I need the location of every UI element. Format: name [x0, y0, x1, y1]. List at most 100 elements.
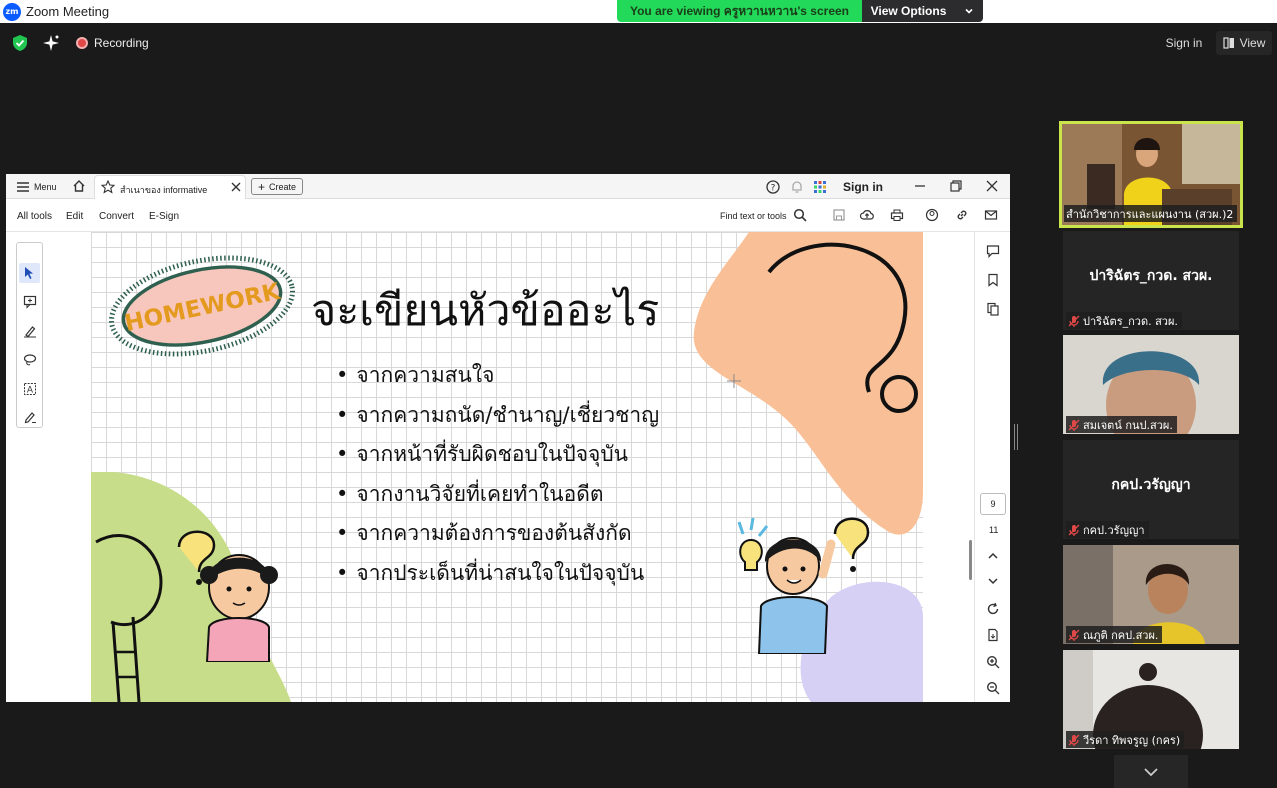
participant-tile[interactable]: ปาริฉัตร_กวด. สวผ. ปาริฉัตร_กวด. สวผ.: [1063, 231, 1239, 330]
viewing-screen-text: You are viewing ครูหวานหวาน's screen: [617, 0, 862, 22]
cursor-arrow-icon: [25, 267, 33, 279]
link-icon[interactable]: [955, 208, 969, 222]
participant-name: สำนักวิชาการและแผนงาน (สวผ.)2: [1066, 207, 1234, 221]
chevron-down-icon: [1144, 767, 1158, 776]
close-window-icon[interactable]: [985, 179, 999, 193]
search-icon[interactable]: [793, 208, 807, 222]
participant-name: สมเจตน์ กนป.สวผ.: [1083, 418, 1173, 432]
participant-name: กคป.วรัญญา: [1083, 523, 1145, 537]
pdf-tab-active[interactable]: สำเนาของ informative: [94, 175, 246, 199]
microphone-muted-icon: [1068, 734, 1080, 746]
sign-in-button[interactable]: Sign in: [1159, 31, 1209, 55]
participant-tile-active-speaker[interactable]: สำนักวิชาการและแผนงาน (สวผ.)2: [1059, 121, 1243, 228]
comment-add-icon[interactable]: [23, 295, 37, 309]
homework-badge: HOMEWORK: [109, 255, 295, 357]
view-button[interactable]: View: [1216, 31, 1272, 55]
esign-tab[interactable]: E-Sign: [149, 211, 179, 222]
upload-cloud-icon[interactable]: [860, 208, 874, 222]
create-label: Create: [269, 181, 297, 192]
hamburger-menu-icon[interactable]: [16, 180, 30, 194]
scroll-participants-down-button[interactable]: [1114, 755, 1188, 788]
microphone-muted-icon: [1068, 315, 1080, 327]
edit-tab[interactable]: Edit: [66, 211, 83, 222]
bell-icon[interactable]: [790, 180, 804, 194]
apps-grid-icon[interactable]: [813, 180, 827, 194]
svg-text:?: ?: [771, 184, 776, 194]
find-tools-label[interactable]: Find text or tools: [720, 211, 787, 221]
total-pages: 11: [989, 525, 999, 535]
participant-name: ปาริฉัตร_กวด. สวผ.: [1083, 314, 1178, 328]
participant-tile[interactable]: วีรดา ทิพจรูญ (กคร): [1063, 650, 1239, 749]
bullet-item: จากความถนัด/ชำนาญ/เชี่ยวชาญ: [336, 396, 659, 436]
microphone-muted-icon: [1068, 524, 1080, 536]
bullet-item: จากความต้องการของต้นสังกัด: [336, 514, 659, 554]
recording-indicator[interactable]: Recording: [76, 33, 149, 53]
participant-tile[interactable]: กคป.วรัญญา กคป.วรัญญา: [1063, 440, 1239, 539]
close-tab-icon[interactable]: [230, 181, 242, 193]
chevron-down-icon[interactable]: [986, 574, 1000, 588]
view-label: View: [1239, 36, 1266, 50]
annotation-tool-rail: A: [16, 242, 43, 428]
microphone-muted-icon: [1068, 629, 1080, 641]
participant-name-label: กคป.วรัญญา: [1066, 521, 1149, 538]
pages-icon[interactable]: [986, 302, 1000, 316]
participant-tile[interactable]: ณภูติ กคป.สวผ.: [1063, 545, 1239, 644]
bullet-item: จากหน้าที่รับผิดชอบในปัจจุบัน: [336, 435, 659, 475]
convert-tab[interactable]: Convert: [99, 211, 134, 222]
document-save-icon[interactable]: [986, 628, 1000, 642]
help-icon[interactable]: ?: [766, 180, 780, 194]
participant-name-label: ณภูติ กคป.สวผ.: [1066, 626, 1163, 643]
pdf-sign-in-button[interactable]: Sign in: [843, 180, 883, 194]
participant-name-label: วีรดา ทิพจรูญ (กคร): [1066, 731, 1185, 748]
menu-label[interactable]: Menu: [34, 182, 57, 192]
email-icon[interactable]: [984, 208, 998, 222]
svg-text:A: A: [27, 386, 34, 396]
crosshair-cursor-icon: [727, 374, 741, 388]
zoom-out-icon[interactable]: [986, 681, 1000, 695]
minimize-icon[interactable]: [913, 179, 927, 193]
recording-label: Recording: [94, 36, 149, 50]
zoom-logo-icon: zm: [3, 2, 21, 21]
chevron-up-icon[interactable]: [986, 549, 1000, 563]
participant-display-name: ปาริฉัตร_กวด. สวผ.: [1089, 268, 1213, 284]
shield-icon[interactable]: [11, 34, 29, 52]
record-dot-icon: [76, 37, 88, 49]
save-icon[interactable]: [832, 208, 846, 222]
restore-icon[interactable]: [949, 179, 963, 193]
bookmark-icon[interactable]: [986, 273, 1000, 287]
page-number-input[interactable]: 9: [980, 493, 1006, 515]
participant-display-name: กคป.วรัญญา: [1111, 477, 1191, 493]
all-tools-tab[interactable]: All tools: [17, 211, 52, 222]
zoom-in-icon[interactable]: [986, 655, 1000, 669]
panel-splitter-handle[interactable]: [1014, 424, 1018, 450]
participant-name: วีรดา ทิพจรูญ (กคร): [1083, 733, 1181, 747]
view-options-button[interactable]: View Options: [862, 0, 983, 22]
select-tool[interactable]: [19, 263, 40, 283]
ai-companion-icon[interactable]: [42, 34, 60, 52]
plus-icon: +: [257, 179, 265, 194]
scrollbar-thumb[interactable]: [969, 540, 972, 580]
window-title: Zoom Meeting: [26, 4, 110, 19]
text-box-icon[interactable]: A: [23, 382, 37, 396]
participant-name-label: สำนักวิชาการและแผนงาน (สวผ.)2: [1064, 205, 1238, 222]
star-icon[interactable]: [101, 180, 115, 194]
share-user-icon[interactable]: [925, 208, 939, 222]
pdf-tab-bar: Menu สำเนาของ informative + Create ? Sig…: [6, 174, 1010, 199]
comments-icon[interactable]: [986, 244, 1000, 258]
create-button[interactable]: + Create: [251, 178, 303, 195]
girl-thinking-illustration: [177, 530, 278, 662]
bullet-item: จากประเด็นที่น่าสนใจในปัจจุบัน: [336, 554, 659, 594]
home-icon[interactable]: [72, 179, 86, 193]
slide-bullet-list: จากความสนใจ จากความถนัด/ชำนาญ/เชี่ยวชาญ …: [336, 356, 659, 593]
question-mark-blob-illustration: [693, 232, 923, 535]
viewing-banner: You are viewing ครูหวานหวาน's screen Vie…: [617, 0, 983, 22]
lasso-icon[interactable]: [23, 353, 37, 367]
highlighter-icon[interactable]: [23, 324, 37, 338]
presentation-slide: HOMEWORK จะเขียนหัวข้ออะไร จากความสนใจ จ…: [91, 232, 923, 702]
print-icon[interactable]: [890, 208, 904, 222]
signature-pen-icon[interactable]: [23, 410, 37, 424]
refresh-icon[interactable]: [986, 602, 1000, 616]
shared-screen-pdf-window: Menu สำเนาของ informative + Create ? Sig…: [6, 174, 1010, 702]
participant-tile[interactable]: สมเจตน์ กนป.สวผ.: [1063, 335, 1239, 434]
participant-name-label: ปาริฉัตร_กวด. สวผ.: [1066, 312, 1182, 329]
